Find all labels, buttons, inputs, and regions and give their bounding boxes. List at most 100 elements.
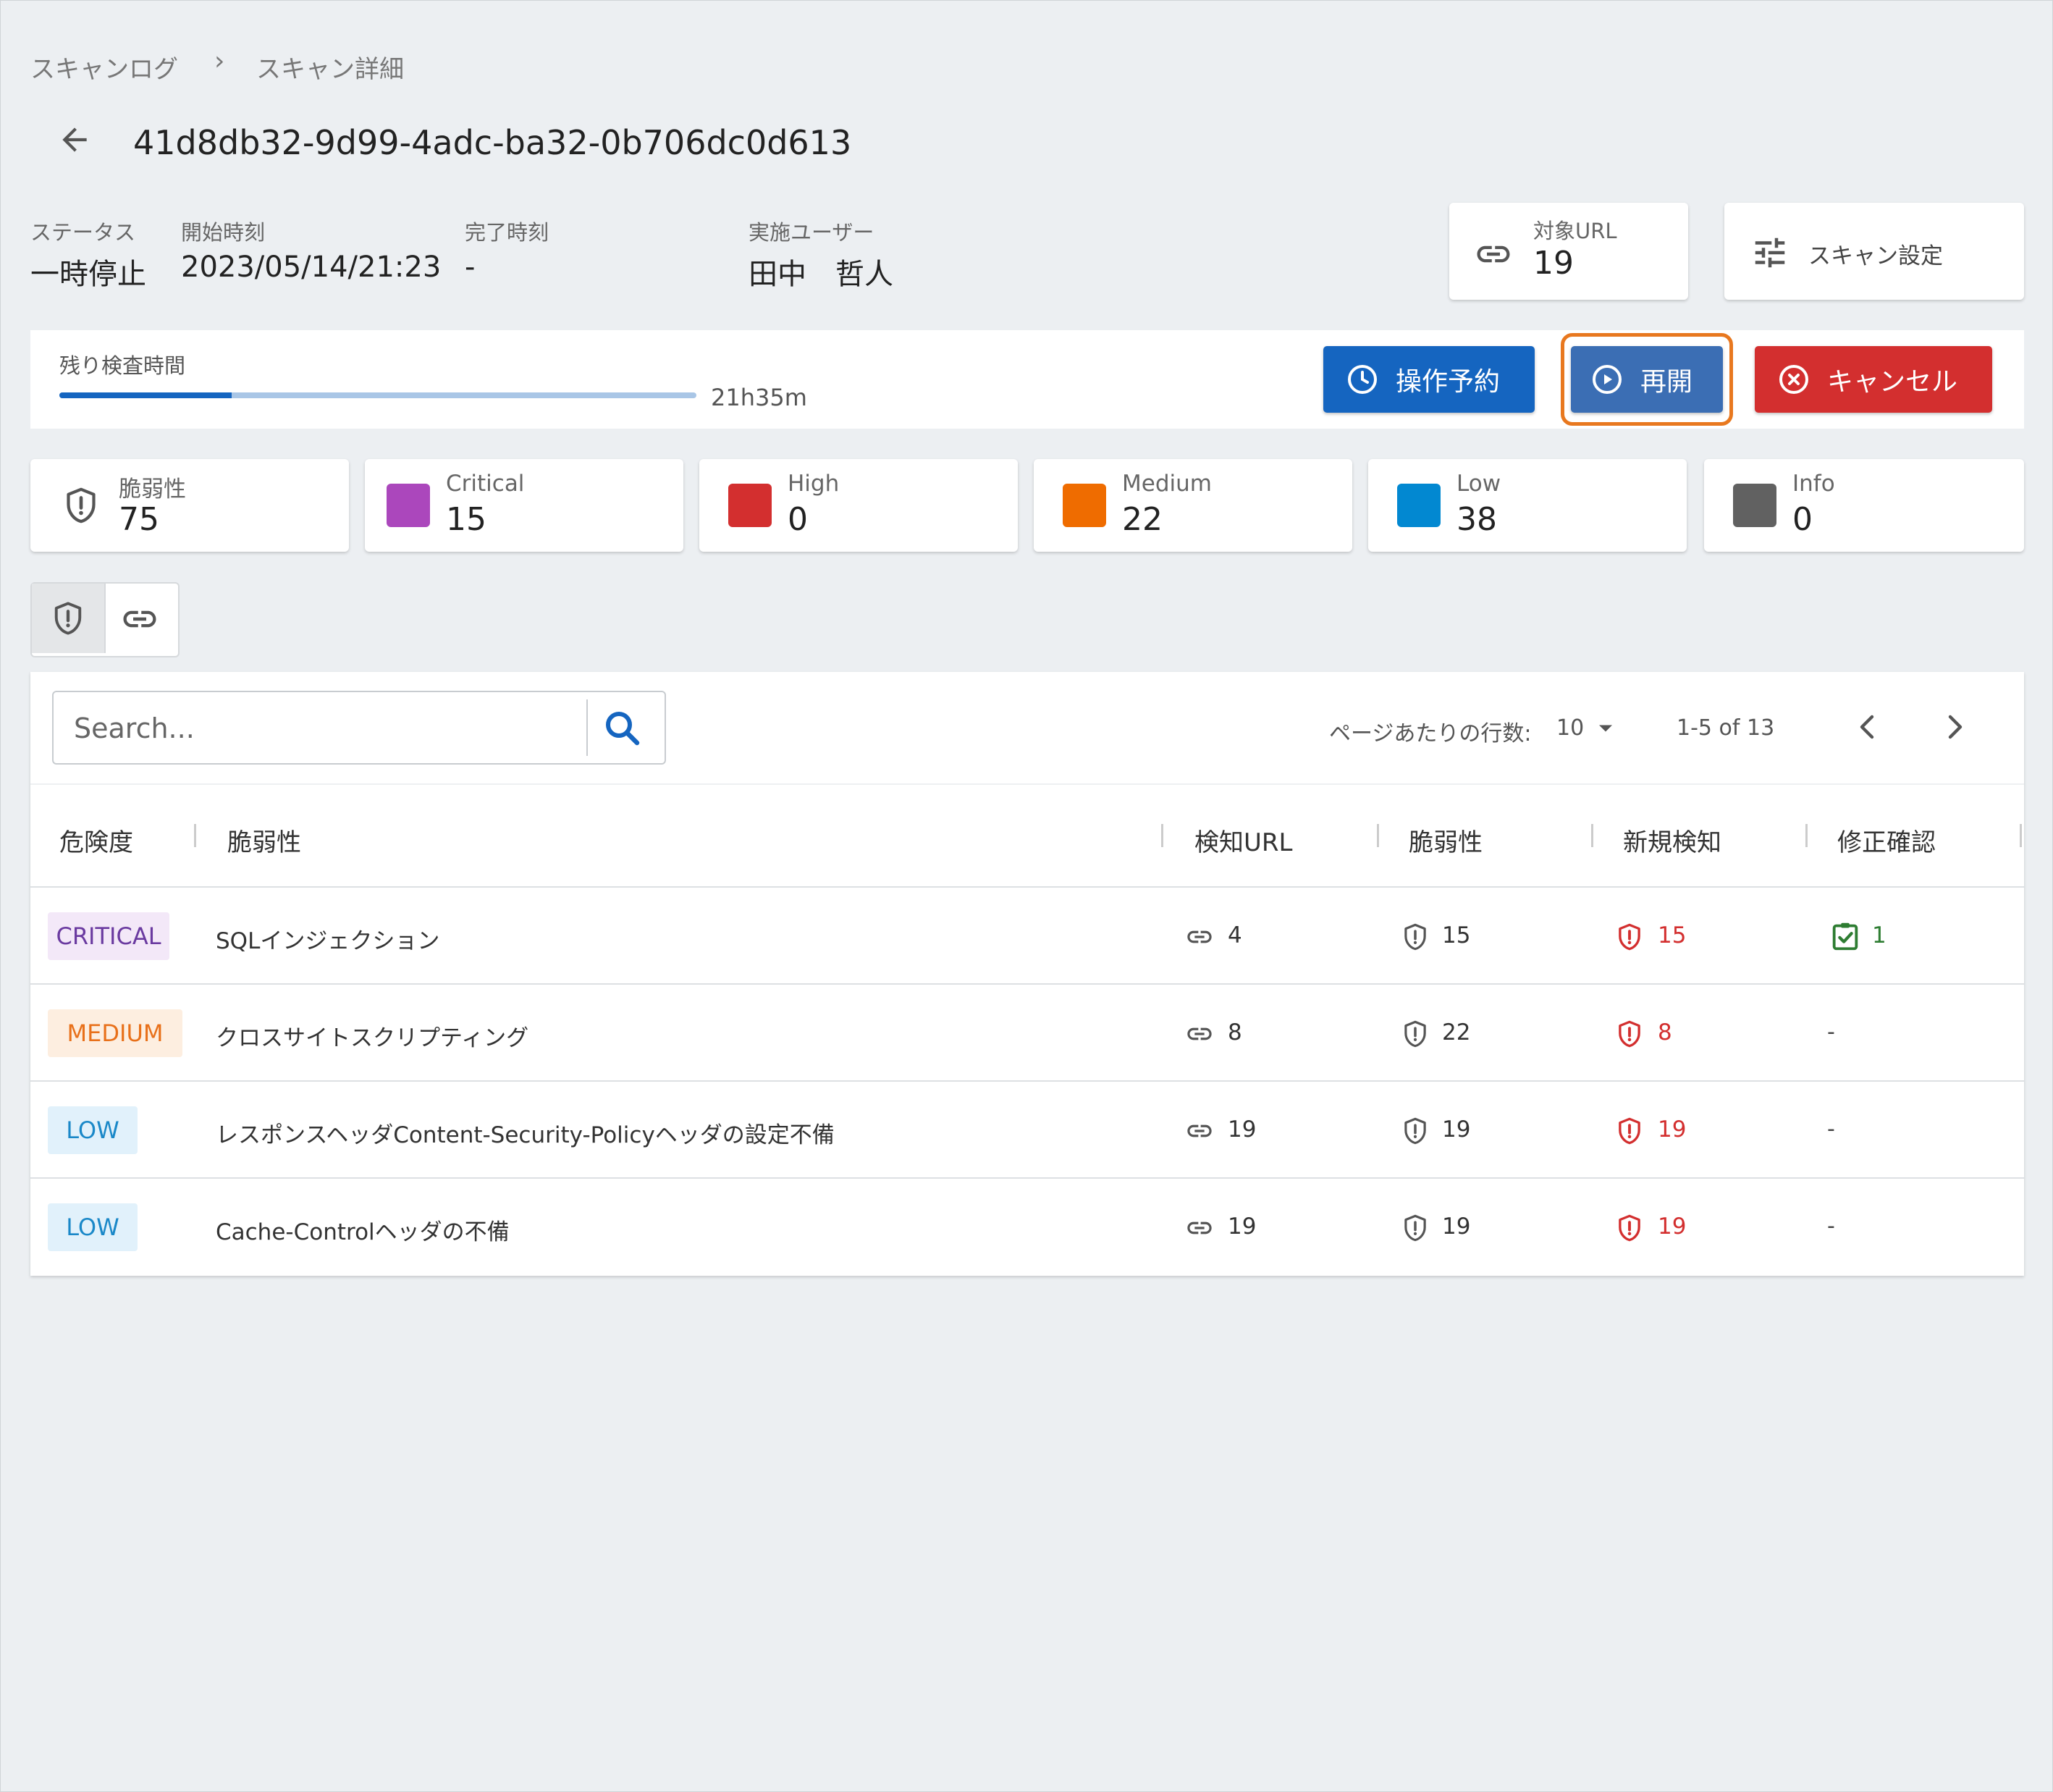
vulnerability-name[interactable]: レスポンスヘッダContent-Security-Policyヘッダの設定不備: [216, 1116, 835, 1149]
stat-total-label: 脆弱性: [119, 476, 186, 502]
rows-per-page-label: ページあたりの行数:: [1329, 721, 1532, 746]
fix-confirmed-empty: -: [1827, 1019, 1835, 1045]
schedule-operation-button[interactable]: 操作予約: [1323, 346, 1535, 413]
detected-url-count: 19: [1228, 1213, 1257, 1240]
link-icon: [1187, 1027, 1212, 1040]
view-toggle-vulnerability[interactable]: [32, 584, 106, 653]
link-icon: [1477, 245, 1510, 263]
shield-alert-red-icon: [1619, 1020, 1640, 1048]
header-detected-url[interactable]: 検知URL: [1194, 823, 1292, 858]
info-swatch: [1733, 484, 1776, 527]
header-vulnerability-count[interactable]: 脆弱性: [1409, 823, 1483, 858]
fix-confirmed-empty: -: [1827, 1213, 1835, 1239]
shield-alert-red-icon: [1619, 923, 1640, 951]
resume-label: 再開: [1640, 367, 1693, 397]
detected-url-count: 19: [1228, 1116, 1257, 1143]
search-box: [52, 691, 666, 765]
severity-badge-critical: CRITICAL: [48, 912, 169, 960]
severity-badge-low: LOW: [48, 1203, 138, 1251]
critical-swatch: [387, 484, 430, 527]
new-detection-count: 15: [1658, 922, 1687, 948]
search-input[interactable]: [72, 705, 611, 752]
schedule-operation-label: 操作予約: [1396, 367, 1501, 397]
medium-swatch: [1063, 484, 1106, 527]
stat-info-label: Info: [1792, 471, 1835, 497]
scan-settings-label: スキャン設定: [1808, 243, 1943, 269]
start-time-value: 2023/05/14/21:23: [181, 251, 442, 284]
breadcrumb-separator: ›: [214, 46, 225, 76]
link-icon: [123, 610, 156, 628]
detected-url-count: 4: [1228, 922, 1242, 948]
column-separator: [1805, 824, 1808, 847]
header-vulnerability[interactable]: 脆弱性: [227, 823, 301, 858]
shield-alert-red-icon: [1619, 1214, 1640, 1242]
page-title: 41d8db32-9d99-4adc-ba32-0b706dc0d613: [133, 123, 852, 162]
column-separator: [1377, 824, 1379, 847]
stat-card-critical: Critical 15: [365, 459, 683, 552]
end-time-label: 完了時刻: [465, 220, 549, 245]
stat-medium-label: Medium: [1122, 471, 1212, 497]
stat-card-high: High 0: [699, 459, 1018, 552]
stat-low-value: 38: [1457, 501, 1497, 538]
shield-alert-icon: [67, 487, 96, 523]
remaining-time-value: 21h35m: [711, 384, 807, 411]
vulnerability-name[interactable]: SQLインジェクション: [216, 922, 439, 955]
chevron-right-icon[interactable]: [1937, 710, 1972, 744]
user-value: 田中 哲人: [749, 258, 893, 291]
fix-confirmed-count: 1: [1872, 922, 1887, 948]
header-top-divider: [30, 783, 2024, 785]
clipboard-check-icon: [1832, 922, 1858, 951]
search-icon[interactable]: [601, 707, 644, 750]
stat-critical-value: 15: [446, 501, 486, 538]
scan-settings-button[interactable]: スキャン設定: [1724, 203, 2024, 300]
resume-button[interactable]: 再開: [1571, 346, 1723, 413]
link-icon: [1187, 930, 1212, 943]
header-fix-confirmed[interactable]: 修正確認: [1837, 823, 1936, 858]
vulnerability-name[interactable]: Cache-Controlヘッダの不備: [216, 1213, 510, 1246]
status-label: ステータス: [30, 220, 136, 245]
search-divider: [586, 699, 588, 756]
breadcrumb-scan-log[interactable]: スキャンログ: [30, 49, 178, 85]
column-separator: [1591, 824, 1593, 847]
cancel-button[interactable]: キャンセル: [1755, 346, 1992, 413]
detected-url-count: 8: [1228, 1019, 1242, 1046]
chevron-left-icon[interactable]: [1850, 710, 1885, 744]
shield-alert-icon: [1404, 1117, 1426, 1145]
target-url-label: 対象URL: [1533, 219, 1617, 243]
column-separator: [1161, 824, 1163, 847]
cancel-label: キャンセル: [1827, 367, 1958, 397]
vulnerability-count: 22: [1442, 1019, 1471, 1046]
breadcrumb-scan-detail: スキャン詳細: [256, 55, 404, 84]
stat-total-value: 75: [119, 501, 159, 538]
new-detection-count: 8: [1658, 1019, 1672, 1046]
stat-info-value: 0: [1792, 501, 1813, 538]
new-detection-count: 19: [1658, 1116, 1687, 1143]
status-value: 一時停止: [30, 258, 146, 291]
back-arrow-icon[interactable]: [56, 122, 93, 158]
stat-card-medium: Medium 22: [1034, 459, 1352, 552]
remaining-time-progress: [59, 392, 696, 398]
caret-down-icon[interactable]: [1591, 715, 1620, 741]
stat-low-label: Low: [1457, 471, 1501, 497]
shield-alert-icon: [1404, 1020, 1426, 1048]
link-icon: [1187, 1124, 1212, 1137]
rows-per-page-select[interactable]: 10: [1556, 715, 1584, 741]
header-severity[interactable]: 危険度: [59, 823, 133, 858]
high-swatch: [728, 484, 772, 527]
shield-alert-icon: [1404, 923, 1426, 951]
stat-high-label: High: [788, 471, 840, 497]
user-label: 実施ユーザー: [749, 220, 874, 245]
new-detection-count: 19: [1658, 1213, 1687, 1240]
start-time-label: 開始時刻: [181, 220, 266, 245]
vulnerability-name[interactable]: クロスサイトスクリプティング: [216, 1019, 528, 1052]
stat-medium-value: 22: [1122, 501, 1163, 538]
target-url-count: 19: [1533, 245, 1574, 282]
link-icon: [1187, 1221, 1212, 1234]
play-circle-icon: [1593, 365, 1622, 394]
view-toggle-url[interactable]: [106, 584, 175, 653]
shield-alert-icon: [1404, 1214, 1426, 1242]
stat-card-low: Low 38: [1368, 459, 1687, 552]
target-url-card[interactable]: 対象URL 19: [1449, 203, 1688, 300]
shield-alert-icon: [54, 602, 82, 635]
header-new-detection[interactable]: 新規検知: [1623, 823, 1721, 858]
